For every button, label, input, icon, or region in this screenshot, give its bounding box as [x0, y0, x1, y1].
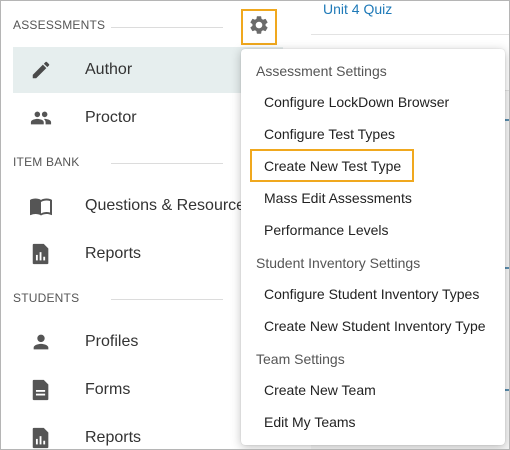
menu-header-team-settings: Team Settings [256, 351, 345, 367]
section-label-item-bank: ITEM BANK [13, 155, 80, 169]
sidebar-item-label: Questions & Resources [85, 197, 254, 214]
gear-icon [248, 14, 270, 41]
sidebar-item-label: Forms [85, 381, 131, 398]
report-icon [29, 426, 53, 449]
sidebar-item-label: Profiles [85, 333, 139, 350]
section-divider [111, 299, 223, 300]
pencil-icon [29, 58, 53, 82]
menu-item-create-new-student-inventory-type[interactable]: Create New Student Inventory Type [264, 318, 486, 334]
book-icon [29, 194, 53, 218]
sidebar-item-label: Author [85, 61, 133, 78]
person-icon [29, 330, 53, 354]
menu-item-create-new-team[interactable]: Create New Team [264, 382, 376, 398]
menu-item-performance-levels[interactable]: Performance Levels [264, 222, 389, 238]
sidebar-item-label: Proctor [85, 109, 137, 126]
section-label-students: STUDENTS [13, 291, 80, 305]
menu-header-assessment-settings: Assessment Settings [256, 63, 387, 79]
document-icon [29, 378, 53, 402]
menu-header-student-inventory-settings: Student Inventory Settings [256, 255, 421, 271]
menu-item-mass-edit-assessments[interactable]: Mass Edit Assessments [264, 190, 412, 206]
section-divider [111, 163, 223, 164]
sidebar-item-label: Reports [85, 245, 142, 262]
people-icon [29, 106, 53, 130]
menu-item-configure-student-inventory-types[interactable]: Configure Student Inventory Types [264, 286, 479, 302]
settings-menu: Assessment Settings Configure LockDown B… [241, 49, 505, 445]
menu-item-create-new-test-type[interactable]: Create New Test Type [264, 158, 401, 174]
assessment-link[interactable]: Unit 4 Quiz [323, 1, 392, 17]
settings-button[interactable] [241, 9, 277, 45]
menu-item-configure-lockdown-browser[interactable]: Configure LockDown Browser [264, 94, 449, 110]
section-label-assessments: ASSESSMENTS [13, 18, 106, 32]
menu-item-edit-my-teams[interactable]: Edit My Teams [264, 414, 356, 430]
app-window: Unit 4 Quiz ASSESSMENTS Author Proctor I… [0, 0, 510, 450]
report-icon [29, 242, 53, 266]
section-divider [111, 27, 223, 28]
sidebar-item-label: Reports [85, 429, 142, 446]
menu-item-configure-test-types[interactable]: Configure Test Types [264, 126, 395, 142]
